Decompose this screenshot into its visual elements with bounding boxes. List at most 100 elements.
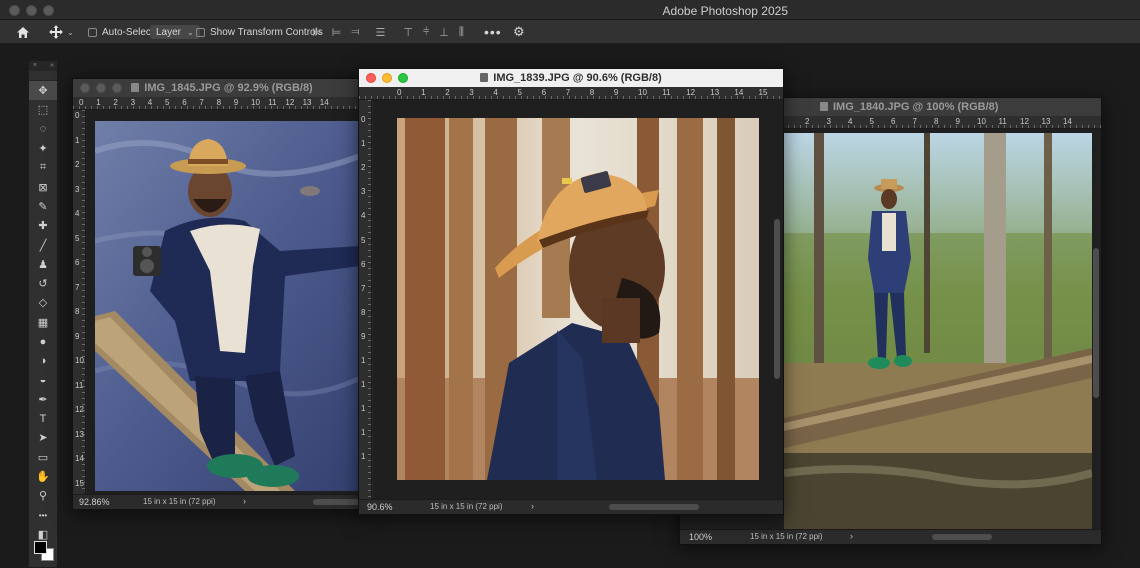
ruler-tick-label: 12 <box>686 88 696 97</box>
tools-panel: × « ✥ ⬚ ◌ ✦ ⌗ ⊠ ✎ ✚ ╱ ♟ ↺ ◇ ▦ ● ◑ ◒ ✒ T ➤ ▭ ✋ ⚲ ••• ◧ <box>28 60 58 568</box>
distribute-horizontal-icon[interactable]: ☰ <box>375 26 385 39</box>
more-tools-icon: ••• <box>38 510 48 520</box>
magic-wand-tool-button[interactable]: ✦ <box>29 139 57 158</box>
more-options-button[interactable]: ••• <box>484 24 502 40</box>
brush-tool-button[interactable]: ╱ <box>29 235 57 254</box>
more-tools-button[interactable]: ••• <box>29 506 57 525</box>
pen-tool-button[interactable]: ✒ <box>29 390 57 409</box>
color-swatches[interactable] <box>32 539 56 563</box>
rectangle-tool-button[interactable]: ▭ <box>29 448 57 467</box>
move-tool-button[interactable]: ✥ <box>29 81 57 101</box>
distribute-vertical-icon[interactable]: ⫼ <box>459 26 464 39</box>
panel-grip[interactable] <box>29 71 57 81</box>
document-size-info[interactable]: 15 in x 15 in (72 ppi) <box>430 502 503 511</box>
align-bottom-icon[interactable]: ⊥ <box>439 26 449 39</box>
status-menu-arrow-icon[interactable]: › <box>850 531 853 541</box>
horizontal-scrollbar[interactable] <box>313 499 363 505</box>
marquee-tool-button[interactable]: ⬚ <box>29 100 57 119</box>
zoom-document-button[interactable] <box>112 83 122 93</box>
options-bar: ⌄ Auto-Select: Layer ⌄ Show Transform Co… <box>0 20 1140 44</box>
auto-select-target-dropdown[interactable]: Layer ⌄ <box>150 25 200 39</box>
vertical-ruler[interactable]: 0 1 2 3 4 5 6 7 8 9 10 11 12 13 14 15 <box>73 110 86 494</box>
vertical-ruler[interactable]: 0 1 2 3 4 5 6 7 8 9 1 1 1 1 1 <box>359 100 372 499</box>
clone-stamp-tool-button[interactable]: ♟ <box>29 255 57 274</box>
document-image[interactable] <box>397 118 759 480</box>
ruler-tick-label: 13 <box>75 429 84 439</box>
ruler-tick-label: 14 <box>734 88 744 97</box>
gradient-tool-button[interactable]: ▦ <box>29 313 57 332</box>
horizontal-scrollbar[interactable] <box>932 534 992 540</box>
horizontal-ruler[interactable]: 0 1 2 3 4 5 6 7 8 9 10 11 12 13 14 <box>73 97 371 110</box>
document-image[interactable] <box>95 121 371 491</box>
align-vcenter-icon[interactable]: ⫩ <box>423 26 429 39</box>
checkbox-box <box>88 27 97 37</box>
horizontal-ruler[interactable]: 0 1 2 3 4 5 6 7 8 9 10 11 12 13 14 15 <box>359 87 783 100</box>
status-menu-arrow-icon[interactable]: › <box>243 496 246 506</box>
document-window-img-1845[interactable]: IMG_1845.JPG @ 92.9% (RGB/8) 01234567891… <box>72 78 372 510</box>
status-menu-arrow-icon[interactable]: › <box>531 501 534 511</box>
ruler-tick-label: 3 <box>75 184 80 194</box>
eyedropper-tool-button[interactable]: ✎ <box>29 197 57 216</box>
auto-select-checkbox[interactable]: Auto-Select: <box>88 24 156 40</box>
blur-tool-button[interactable]: ● <box>29 332 57 351</box>
magic-wand-tool-icon: ✦ <box>38 143 48 156</box>
zoom-tool-button[interactable]: ⚲ <box>29 486 57 505</box>
document-image[interactable] <box>784 133 1092 531</box>
hand-tool-button[interactable]: ✋ <box>29 467 57 486</box>
lasso-tool-button[interactable]: ◌ <box>29 120 57 139</box>
ruler-tick-label: 0 <box>397 88 402 97</box>
gear-icon[interactable]: ⚙ <box>513 24 525 40</box>
align-left-icon[interactable]: ⊫ <box>312 26 322 39</box>
document-title: IMG_1845.JPG @ 92.9% (RGB/8) <box>144 82 313 94</box>
file-icon <box>131 83 140 92</box>
frame-tool-button[interactable]: ⊠ <box>29 177 57 196</box>
close-icon[interactable]: × <box>33 62 37 69</box>
healing-brush-tool-button[interactable]: ✚ <box>29 216 57 235</box>
move-tool-icon: ✥ <box>38 85 48 98</box>
eraser-tool-button[interactable]: ◇ <box>29 293 57 312</box>
ruler-tick-label: 13 <box>302 98 312 107</box>
type-tool-button[interactable]: T <box>29 409 57 428</box>
close-window-button[interactable] <box>9 5 20 16</box>
show-transform-controls-checkbox[interactable]: Show Transform Controls <box>196 24 323 40</box>
minimize-document-button[interactable] <box>96 83 106 93</box>
vertical-scrollbar[interactable] <box>774 219 780 379</box>
zoom-level[interactable]: 100% <box>689 532 712 542</box>
minimize-window-button[interactable] <box>26 5 37 16</box>
history-brush-tool-icon: ↺ <box>38 278 48 291</box>
ruler-tick-label: 5 <box>361 235 366 245</box>
home-button[interactable] <box>16 24 34 40</box>
align-hcenter-icon[interactable]: ⊨ <box>332 26 342 39</box>
zoom-level[interactable]: 90.6% <box>367 502 393 512</box>
minimize-document-button[interactable] <box>382 73 392 83</box>
collapse-icon[interactable]: « <box>50 61 54 71</box>
document-tab[interactable]: IMG_1839.JPG @ 90.6% (RGB/8) <box>359 69 783 87</box>
document-tab[interactable]: IMG_1845.JPG @ 92.9% (RGB/8) <box>73 79 371 97</box>
document-window-img-1839[interactable]: IMG_1839.JPG @ 90.6% (RGB/8) 01234567891… <box>358 68 784 515</box>
vertical-scrollbar[interactable] <box>1093 248 1099 398</box>
document-size-info[interactable]: 15 in x 15 in (72 ppi) <box>143 497 216 506</box>
ruler-tick-label: 1 <box>75 135 80 145</box>
ruler-tick-label: 5 <box>517 88 522 97</box>
close-document-button[interactable] <box>366 73 376 83</box>
close-document-button[interactable] <box>80 83 90 93</box>
crop-tool-icon: ⌗ <box>39 161 47 174</box>
zoom-window-button[interactable] <box>43 5 54 16</box>
foreground-color-swatch[interactable] <box>34 541 47 554</box>
align-right-icon[interactable]: ⫤ <box>351 26 359 39</box>
move-tool-preset-button[interactable]: ⌄ <box>49 24 75 40</box>
path-selection-tool-button[interactable]: ➤ <box>29 428 57 447</box>
ruler-tick-label: 0 <box>79 98 84 107</box>
ruler-tick-label: 2 <box>75 160 80 169</box>
zoom-level[interactable]: 92.86% <box>79 497 110 507</box>
ruler-tick-label: 11 <box>662 88 671 97</box>
ruler-tick-label: 1 <box>361 428 366 438</box>
dodge-tool-button[interactable]: ◑ <box>29 351 57 370</box>
horizontal-scrollbar[interactable] <box>609 504 699 510</box>
zoom-document-button[interactable] <box>398 73 408 83</box>
history-brush-tool-button[interactable]: ↺ <box>29 274 57 293</box>
document-size-info[interactable]: 15 in x 15 in (72 ppi) <box>750 532 823 541</box>
crop-tool-button[interactable]: ⌗ <box>29 158 57 177</box>
align-top-icon[interactable]: ⊤ <box>403 26 413 39</box>
burn-tool-button[interactable]: ◒ <box>29 370 57 389</box>
